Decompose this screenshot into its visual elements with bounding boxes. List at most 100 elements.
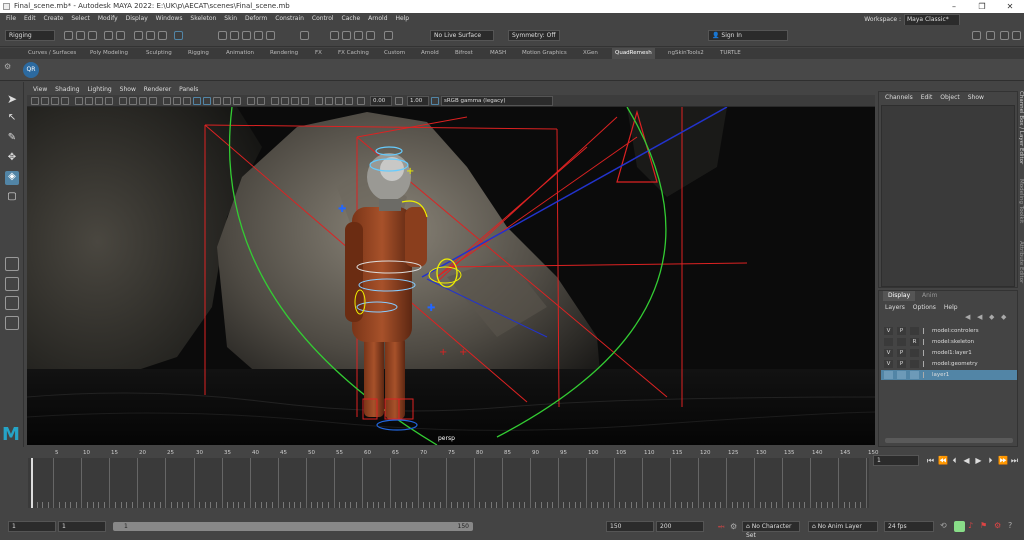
menu-skeleton[interactable]: Skeleton xyxy=(190,15,216,22)
layer-visibility-toggle[interactable] xyxy=(884,338,893,346)
layer-row[interactable]: V P model1:layer1 xyxy=(881,348,1017,358)
close-icon[interactable]: ✕ xyxy=(996,0,1024,13)
layer-playback-toggle[interactable]: P xyxy=(897,349,906,357)
resolution-gate-icon[interactable] xyxy=(95,97,103,105)
xray-icon[interactable] xyxy=(281,97,289,105)
step-back-key-icon[interactable]: ⏪ xyxy=(938,455,948,466)
layer-color-swatch[interactable] xyxy=(923,328,930,334)
shelf-tab-ngskintools2[interactable]: ngSkinTools2 xyxy=(668,48,704,59)
use-all-lights-icon[interactable] xyxy=(203,97,211,105)
maximize-icon[interactable]: ❐ xyxy=(968,0,996,13)
layer-display-type-toggle[interactable]: R xyxy=(910,338,919,346)
menu-file[interactable]: File xyxy=(6,15,16,22)
layer-playback-toggle[interactable]: P xyxy=(897,327,906,335)
wireframe-on-shaded-icon[interactable] xyxy=(183,97,191,105)
loop-icon[interactable]: ⟲ xyxy=(940,521,947,530)
viewport-menu-shading[interactable]: Shading xyxy=(55,86,79,93)
layer-display-type-toggle[interactable] xyxy=(910,349,919,357)
snap-view-icon[interactable] xyxy=(254,31,263,40)
playback-start-field[interactable]: 1 xyxy=(8,521,56,532)
menu-select[interactable]: Select xyxy=(71,15,90,22)
sign-in-button[interactable]: 👤 Sign In xyxy=(708,30,788,41)
safe-title-icon[interactable] xyxy=(139,97,147,105)
menu-arnold[interactable]: Arnold xyxy=(368,15,387,22)
shelf-tab-rendering[interactable]: Rendering xyxy=(270,48,298,59)
shelf-tab-fx[interactable]: FX xyxy=(315,48,322,59)
range-slider-handle[interactable]: 1 150 xyxy=(113,522,473,531)
textured-icon[interactable] xyxy=(193,97,201,105)
menu-modify[interactable]: Modify xyxy=(98,15,118,22)
shelf-tab-fx-caching[interactable]: FX Caching xyxy=(338,48,369,59)
snap-point-icon[interactable] xyxy=(242,31,251,40)
camera-select-icon[interactable] xyxy=(31,97,39,105)
layer-display-type-toggle[interactable] xyxy=(910,360,919,368)
shelf-tab-rigging[interactable]: Rigging xyxy=(188,48,209,59)
select-tool-icon[interactable]: ➤ xyxy=(5,92,19,106)
display-mode-icon[interactable] xyxy=(325,97,333,105)
anim-prefs-icon[interactable]: ⚙ xyxy=(730,522,737,531)
viewport-menu-renderer[interactable]: Renderer xyxy=(144,86,171,93)
snap-curve-icon[interactable] xyxy=(230,31,239,40)
symmetry-dropdown[interactable]: Symmetry: Off xyxy=(508,30,560,41)
layer-color-swatch[interactable] xyxy=(923,372,930,378)
menu-cache[interactable]: Cache xyxy=(342,15,361,22)
hypershade-icon[interactable] xyxy=(366,31,375,40)
layer-color-swatch[interactable] xyxy=(923,350,930,356)
layer-visibility-toggle[interactable]: V xyxy=(884,360,893,368)
layer-visibility-toggle[interactable]: V xyxy=(884,327,893,335)
four-pane-layout-icon[interactable] xyxy=(5,277,19,291)
camera-attributes-icon[interactable] xyxy=(41,97,49,105)
minimize-icon[interactable]: – xyxy=(940,0,968,13)
side-tab-channel-box[interactable]: Channel Box / Layer Editor xyxy=(1016,91,1024,164)
auto-key-icon[interactable]: ⤟ xyxy=(718,522,724,532)
shelf-tab-xgen[interactable]: XGen xyxy=(583,48,598,59)
layer-row[interactable]: V P model:geometry xyxy=(881,359,1017,369)
image-plane-icon[interactable] xyxy=(61,97,69,105)
animation-end-field[interactable]: 200 xyxy=(656,521,704,532)
gamma-icon[interactable] xyxy=(395,97,403,105)
menu-display[interactable]: Display xyxy=(126,15,148,22)
history-icon[interactable] xyxy=(300,31,309,40)
layer-display-type-toggle[interactable] xyxy=(910,371,919,379)
animation-start-field[interactable]: 1 xyxy=(58,521,106,532)
safe-action-icon[interactable] xyxy=(129,97,137,105)
select-object-icon[interactable] xyxy=(146,31,155,40)
toggle-modeling-toolkit-icon[interactable] xyxy=(1012,31,1021,40)
bookmark-icon[interactable] xyxy=(51,97,59,105)
layer-menu-options[interactable]: Options xyxy=(913,304,936,311)
quadremesh-button[interactable]: QR xyxy=(23,62,39,78)
render-frame-icon[interactable] xyxy=(330,31,339,40)
viewport-menu-panels[interactable]: Panels xyxy=(179,86,198,93)
single-pane-layout-icon[interactable] xyxy=(5,257,19,271)
shelf-tab-turtle[interactable]: TURTLE xyxy=(720,48,741,59)
playback-end-field[interactable]: 150 xyxy=(606,521,654,532)
play-backwards-icon[interactable]: ◀ xyxy=(962,455,971,466)
layer-row[interactable]: R model:skeleton xyxy=(881,337,1017,347)
play-forwards-icon[interactable]: ▶ xyxy=(974,455,983,466)
menu-windows[interactable]: Windows xyxy=(156,15,183,22)
redo-icon[interactable] xyxy=(116,31,125,40)
layer-tab-display[interactable]: Display xyxy=(883,291,916,301)
save-scene-icon[interactable] xyxy=(88,31,97,40)
toggle-channel-box-icon[interactable] xyxy=(986,31,995,40)
layer-visibility-toggle[interactable]: V xyxy=(884,349,893,357)
outliner-layout-icon[interactable] xyxy=(5,316,19,330)
shelf-tab-custom[interactable]: Custom xyxy=(384,48,405,59)
current-time-indicator[interactable] xyxy=(31,458,33,508)
shelf-tab-animation[interactable]: Animation xyxy=(226,48,254,59)
layer-scrollbar[interactable] xyxy=(885,438,1013,443)
viewport-menu-view[interactable]: View xyxy=(33,86,47,93)
character-set-dropdown[interactable]: ⌂ No Character Set xyxy=(742,521,800,539)
color-space-dropdown[interactable]: sRGB gamma (legacy) xyxy=(441,96,553,106)
selection-mask-icon[interactable] xyxy=(174,31,183,40)
move-layer-down-icon[interactable]: ◀ xyxy=(977,313,985,321)
menuset-dropdown[interactable]: Rigging xyxy=(5,30,55,41)
layer-menu-help[interactable]: Help xyxy=(944,304,958,311)
color-management-icon[interactable] xyxy=(431,97,439,105)
new-scene-icon[interactable] xyxy=(64,31,73,40)
perspective-viewport[interactable]: + ✚ ✚ + + persp xyxy=(27,107,875,445)
menu-create[interactable]: Create xyxy=(44,15,64,22)
channel-box-menu-show[interactable]: Show xyxy=(968,94,984,101)
xray-joints-icon[interactable] xyxy=(301,97,309,105)
multisample-aa-icon[interactable] xyxy=(247,97,255,105)
